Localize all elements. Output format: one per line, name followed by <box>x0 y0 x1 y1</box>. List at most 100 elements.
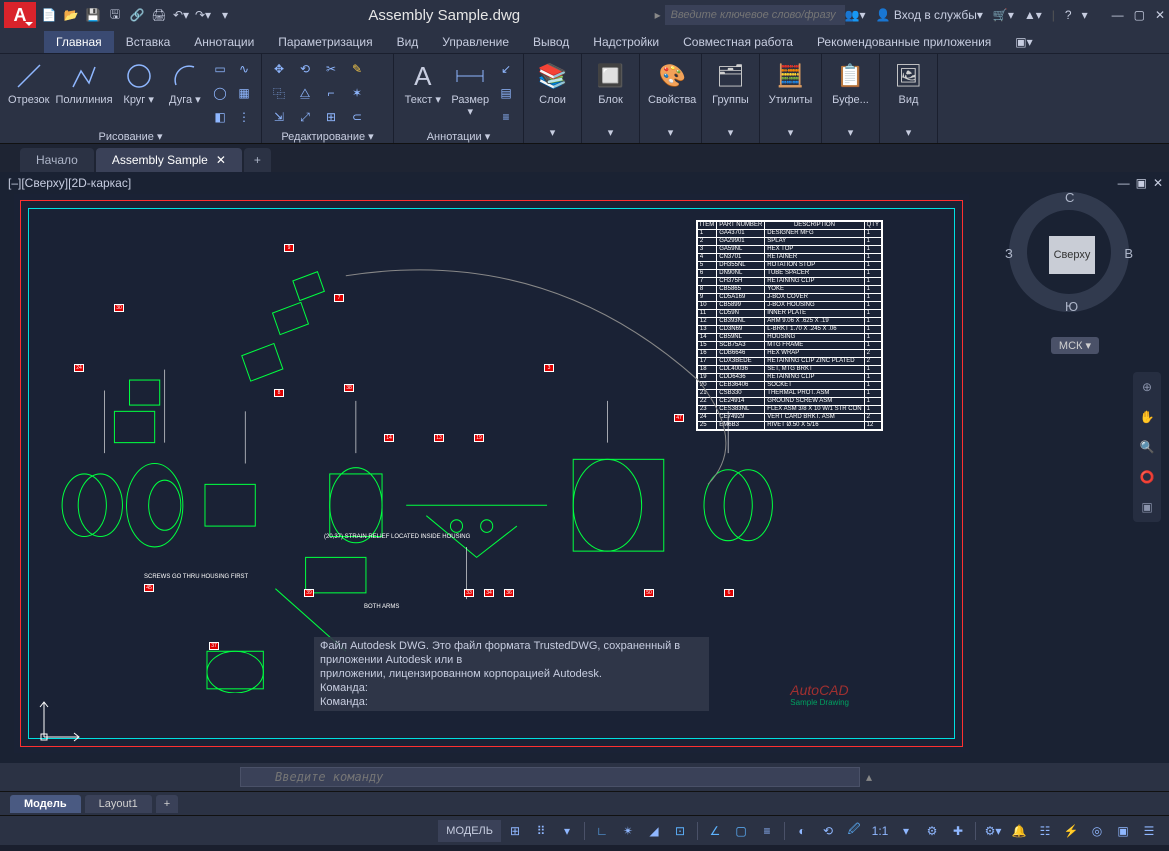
doc-tab-new[interactable]: + <box>244 148 271 172</box>
tool-leader-icon[interactable]: ↙ <box>495 58 517 80</box>
tab-featured[interactable]: Рекомендованные приложения <box>805 31 1003 53</box>
tab-parametric[interactable]: Параметризация <box>266 31 384 53</box>
nav-orbit-icon[interactable]: ⭕ <box>1136 466 1158 488</box>
viewcube-n[interactable]: С <box>1065 190 1074 205</box>
status-infer-icon[interactable]: ▾ <box>555 820 579 842</box>
tool-trim-icon[interactable]: ✂ <box>320 58 342 80</box>
status-scale-drop-icon[interactable]: ▾ <box>894 820 918 842</box>
tool-arc[interactable]: Дуга ▾ <box>163 58 207 108</box>
qat-save-icon[interactable]: 💾 <box>84 6 102 24</box>
signin-button[interactable]: 👤 Вход в службы▾ <box>876 8 983 22</box>
panel-view-drop[interactable]: ▾ <box>886 124 931 141</box>
viewport-label[interactable]: [–][Сверху][2D-каркас] <box>8 176 131 190</box>
tool-point-icon[interactable]: ⋮ <box>233 106 255 128</box>
tool-circle[interactable]: Круг ▾ <box>117 58 161 108</box>
search-input[interactable] <box>665 5 845 25</box>
panel-groups-drop[interactable]: ▾ <box>708 124 753 141</box>
tool-mtext-icon[interactable]: ≡ <box>495 106 517 128</box>
tab-collab[interactable]: Совместная работа <box>671 31 805 53</box>
doc-tab-close-icon[interactable]: ✕ <box>216 153 226 167</box>
wcs-button[interactable]: МСК ▾ <box>1051 337 1099 354</box>
tool-rotate-icon[interactable]: ⟲ <box>294 58 316 80</box>
tool-move-icon[interactable]: ✥ <box>268 58 290 80</box>
tab-addins[interactable]: Надстройки <box>581 31 671 53</box>
panel-utils-drop[interactable]: ▾ <box>766 124 815 141</box>
status-model-button[interactable]: МОДЕЛЬ <box>438 820 501 842</box>
tab-annotate[interactable]: Аннотации <box>182 31 266 53</box>
tool-erase-icon[interactable]: ✎ <box>346 58 368 80</box>
tool-ellipse-icon[interactable]: ◯ <box>209 82 231 104</box>
status-cycling-icon[interactable]: ⟲ <box>816 820 840 842</box>
tool-fillet-icon[interactable]: ⌐ <box>320 82 342 104</box>
tool-text[interactable]: AТекст ▾ <box>400 58 446 108</box>
model-canvas[interactable]: ITEMPART NUMBERDESCRIPTIONQTY1GA43701DES… <box>14 194 969 753</box>
help-drop[interactable]: ▾ <box>1082 8 1088 22</box>
status-scale-button[interactable]: 1:1 <box>868 820 892 842</box>
status-clean-icon[interactable]: ▣ <box>1111 820 1135 842</box>
status-grid-icon[interactable]: ⊞ <box>503 820 527 842</box>
layout-tab-layout1[interactable]: Layout1 <box>85 795 152 813</box>
status-isolate-icon[interactable]: ◎ <box>1085 820 1109 842</box>
panel-clip-drop[interactable]: ▾ <box>828 124 873 141</box>
qat-dropdown-icon[interactable]: ▾ <box>216 6 234 24</box>
tool-clip[interactable]: 📋Буфе... <box>828 58 873 108</box>
status-iso-icon[interactable]: ◢ <box>642 820 666 842</box>
panel-draw-title[interactable]: Рисование ▾ <box>6 128 255 145</box>
status-transparency-icon[interactable]: ◐ <box>790 820 814 842</box>
qat-webshare-icon[interactable]: 🔗 <box>128 6 146 24</box>
status-2dosnap-icon[interactable]: ▢ <box>729 820 753 842</box>
panel-annot-title[interactable]: Аннотации ▾ <box>400 128 517 145</box>
status-annovis-icon[interactable]: ✚ <box>946 820 970 842</box>
tool-mirror-icon[interactable]: ⧋ <box>294 82 316 104</box>
status-hwaccel-icon[interactable]: ⚡ <box>1059 820 1083 842</box>
minimize-button[interactable]: — <box>1112 8 1124 22</box>
status-monitor-icon[interactable]: 🔔 <box>1007 820 1031 842</box>
app-menu-button[interactable]: A <box>4 2 36 28</box>
tool-hatch-icon[interactable]: ▦ <box>233 82 255 104</box>
vp-max-icon[interactable]: ▣ <box>1136 176 1147 190</box>
drawing-area[interactable]: [–][Сверху][2D-каркас] — ▣ ✕ ITEMPART NU… <box>0 172 1169 791</box>
qat-plot-icon[interactable]: 🖨 <box>150 6 168 24</box>
status-otrack-icon[interactable]: ∠ <box>703 820 727 842</box>
tool-table-icon[interactable]: ▤ <box>495 82 517 104</box>
nav-pan-icon[interactable]: ✋ <box>1136 406 1158 428</box>
nav-zoom-icon[interactable]: 🔍 <box>1136 436 1158 458</box>
nav-fullnav-icon[interactable]: ⊕ <box>1136 376 1158 398</box>
tool-props[interactable]: 🎨Свойства <box>646 58 698 108</box>
tool-block[interactable]: 🔲Блок <box>588 58 633 108</box>
close-button[interactable]: ✕ <box>1155 8 1165 22</box>
qat-new-icon[interactable]: 📄 <box>40 6 58 24</box>
layout-tab-new[interactable]: + <box>156 795 178 813</box>
tool-scale-icon[interactable]: ⤢ <box>294 106 316 128</box>
viewcube-s[interactable]: Ю <box>1065 299 1078 314</box>
exchange-icon[interactable]: 🛒▾ <box>993 8 1014 22</box>
panel-modify-title[interactable]: Редактирование ▾ <box>268 128 387 145</box>
panel-block-drop[interactable]: ▾ <box>588 124 633 141</box>
tool-layers[interactable]: 📚Слои <box>530 58 575 108</box>
tab-manage[interactable]: Управление <box>430 31 521 53</box>
tool-utils[interactable]: 🧮Утилиты <box>766 58 815 108</box>
tab-home[interactable]: Главная <box>44 31 114 53</box>
vp-close-icon[interactable]: ✕ <box>1153 176 1163 190</box>
status-annoscale-icon[interactable]: 🖉 <box>842 820 866 842</box>
tab-expander[interactable]: ▣▾ <box>1003 31 1044 53</box>
viewcube-w[interactable]: З <box>1005 246 1013 261</box>
status-custom-icon[interactable]: ☰ <box>1137 820 1161 842</box>
tool-array-icon[interactable]: ⊞ <box>320 106 342 128</box>
viewcube-face[interactable]: Сверху <box>1049 236 1095 274</box>
tool-region-icon[interactable]: ◧ <box>209 106 231 128</box>
panel-props-drop[interactable]: ▾ <box>646 124 695 141</box>
tool-stretch-icon[interactable]: ⇲ <box>268 106 290 128</box>
tool-view[interactable]: 🖼Вид <box>886 58 931 108</box>
cmd-recent-icon[interactable]: ▴ <box>866 770 872 784</box>
status-snap-icon[interactable]: ⠿ <box>529 820 553 842</box>
panel-layers-drop[interactable]: ▾ <box>530 124 575 141</box>
tool-groups[interactable]: 🗂Группы <box>708 58 753 108</box>
qat-open-icon[interactable]: 📂 <box>62 6 80 24</box>
tool-dimension[interactable]: Размер ▾ <box>448 58 494 120</box>
tool-offset-icon[interactable]: ⊂ <box>346 106 368 128</box>
status-lwt-icon[interactable]: ≡ <box>755 820 779 842</box>
doc-tab-start[interactable]: Начало <box>20 148 94 172</box>
help-button[interactable]: ? <box>1065 8 1072 22</box>
tool-spline-icon[interactable]: ∿ <box>233 58 255 80</box>
